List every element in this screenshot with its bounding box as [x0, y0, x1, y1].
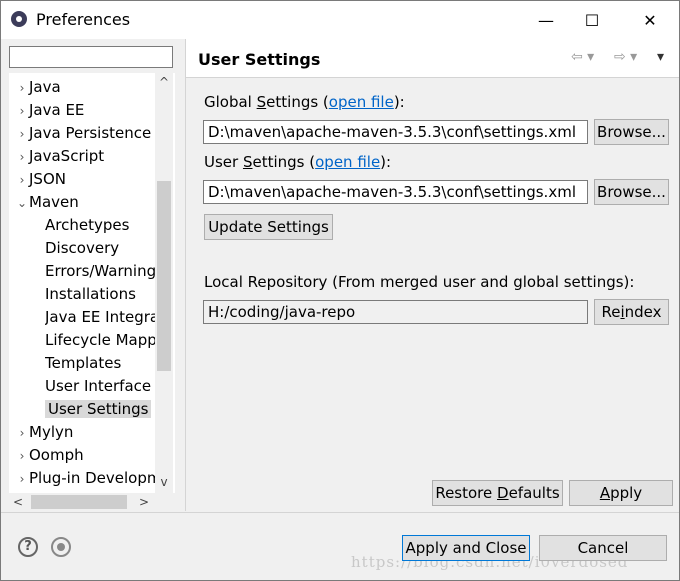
global-browse-button[interactable]: Browse...	[594, 119, 669, 145]
page-title: User Settings	[198, 50, 321, 69]
tree-item-plug-in-development[interactable]: ›Plug-in Development	[15, 467, 155, 489]
tree-item-user-interface[interactable]: User Interface	[45, 375, 155, 397]
cancel-button[interactable]: Cancel	[539, 535, 667, 561]
minimize-button[interactable]: —	[523, 1, 569, 39]
reindex-button[interactable]: Reindex	[594, 299, 669, 325]
tree-item-label: JSON	[29, 170, 66, 188]
scroll-left-icon[interactable]: <	[9, 493, 27, 511]
collapsed-chevron-icon[interactable]: ›	[15, 169, 29, 190]
collapsed-chevron-icon[interactable]: ›	[15, 123, 29, 144]
update-settings-button[interactable]: Update Settings	[204, 214, 333, 240]
collapsed-chevron-icon[interactable]: ›	[15, 445, 29, 466]
tree-vertical-scrollbar[interactable]: ^ v	[155, 73, 173, 493]
tree-item-mylyn[interactable]: › Mylyn	[15, 421, 155, 443]
tree-item-installations[interactable]: Installations	[45, 283, 155, 305]
tree-item-label: JavaScript	[29, 147, 105, 165]
tree-item-label: Plug-in Development	[29, 469, 155, 487]
scroll-right-icon[interactable]: >	[135, 493, 153, 511]
collapsed-chevron-icon[interactable]: ›	[15, 146, 29, 167]
close-button[interactable]: ✕	[627, 1, 673, 39]
tree-item-label: Lifecycle Mappings	[45, 331, 155, 349]
tree-item-label: Mylyn	[29, 423, 74, 441]
title-bar: Preferences — ☐ ✕	[1, 1, 679, 39]
page-header: User Settings ⇦ ▾ ⇨ ▾ ▾	[186, 39, 679, 77]
tree-item-errors-warnings[interactable]: Errors/Warnings	[45, 260, 155, 282]
tree-item-label: User Interface	[45, 377, 152, 395]
preferences-window: Preferences — ☐ ✕ › Java › Java EE › Java Per…	[0, 0, 680, 581]
user-open-file-link[interactable]: open file	[315, 153, 380, 171]
tree-horizontal-scrollbar[interactable]: < >	[9, 493, 155, 511]
scroll-down-icon[interactable]: v	[155, 473, 173, 491]
tree-item-label: Archetypes	[45, 216, 130, 234]
restore-defaults-button[interactable]: Restore Defaults	[432, 480, 563, 506]
collapsed-chevron-icon[interactable]: ›	[15, 100, 29, 121]
tree-item-java-ee-integration[interactable]: Java EE Integration	[45, 306, 155, 328]
tree-item-label: Templates	[45, 354, 122, 372]
tree-item-json[interactable]: › JSON	[15, 168, 155, 190]
tree-item-lifecycle-mappings[interactable]: Lifecycle Mappings	[45, 329, 155, 351]
header-separator	[186, 77, 679, 78]
tree-item-user-settings[interactable]: User Settings	[45, 398, 155, 420]
back-arrow-icon[interactable]: ⇦ ▾	[571, 49, 594, 65]
tree-item-maven[interactable]: ⌄ Maven	[15, 191, 155, 213]
tree-item-java-persistence[interactable]: › Java Persistence	[15, 122, 155, 144]
view-menu-icon[interactable]: ▾	[657, 49, 664, 65]
tree-item-templates[interactable]: Templates	[45, 352, 155, 374]
tree-item-label: Java EE Integration	[45, 308, 155, 326]
tree-item-label: Maven	[29, 193, 79, 211]
tree-item-discovery[interactable]: Discovery	[45, 237, 155, 259]
local-repository-label: Local Repository (From merged user and g…	[204, 273, 635, 291]
collapsed-chevron-icon[interactable]: ›	[15, 422, 29, 443]
pane-divider[interactable]	[185, 39, 186, 511]
tree-item-oomph[interactable]: › Oomph	[15, 444, 155, 466]
scroll-up-icon[interactable]: ^	[155, 73, 173, 91]
tree-item-label: Java	[29, 78, 61, 96]
apply-and-close-button[interactable]: Apply and Close	[402, 535, 530, 561]
global-settings-label: Global Settings (open file):	[204, 93, 405, 111]
tree-item-java[interactable]: › Java	[15, 76, 155, 98]
filter-input[interactable]	[9, 46, 173, 68]
tree-item-javascript[interactable]: › JavaScript	[15, 145, 155, 167]
tree-item-label: Discovery	[45, 239, 120, 257]
footer-separator	[1, 512, 679, 513]
collapsed-chevron-icon[interactable]: ›	[15, 468, 29, 489]
expanded-chevron-icon[interactable]: ⌄	[15, 192, 29, 213]
global-settings-field[interactable]: D:\maven\apache-maven-3.5.3\conf\setting…	[203, 120, 588, 144]
vertical-scroll-thumb[interactable]	[157, 181, 171, 371]
user-settings-field[interactable]: D:\maven\apache-maven-3.5.3\conf\setting…	[203, 180, 588, 204]
eclipse-app-icon	[11, 11, 27, 27]
tree-item-label: Java Persistence	[29, 124, 152, 142]
global-open-file-link[interactable]: open file	[329, 93, 394, 111]
apply-button[interactable]: Apply	[569, 480, 673, 506]
record-macro-icon[interactable]	[51, 537, 71, 557]
collapsed-chevron-icon[interactable]: ›	[15, 77, 29, 98]
maximize-button[interactable]: ☐	[569, 1, 615, 39]
user-settings-label: User Settings (open file):	[204, 153, 392, 171]
tree-item-label: User Settings	[45, 400, 152, 418]
preferences-tree: › Java › Java EE › Java Persistence › JavaScrip…	[9, 73, 175, 493]
tree-item-label: Installations	[45, 285, 136, 303]
local-repository-field: H:/coding/java-repo	[203, 300, 588, 324]
tree-item-java-ee[interactable]: › Java EE	[15, 99, 155, 121]
tree-item-archetypes[interactable]: Archetypes	[45, 214, 155, 236]
horizontal-scroll-thumb[interactable]	[31, 495, 127, 509]
tree-item-label: Java EE	[29, 101, 85, 119]
help-icon[interactable]: ?	[18, 537, 38, 557]
user-browse-button[interactable]: Browse...	[594, 179, 669, 205]
tree-item-label: Oomph	[29, 446, 84, 464]
tree-item-label: Errors/Warnings	[45, 262, 155, 280]
forward-arrow-icon[interactable]: ⇨ ▾	[614, 49, 637, 65]
window-title: Preferences	[36, 10, 131, 29]
